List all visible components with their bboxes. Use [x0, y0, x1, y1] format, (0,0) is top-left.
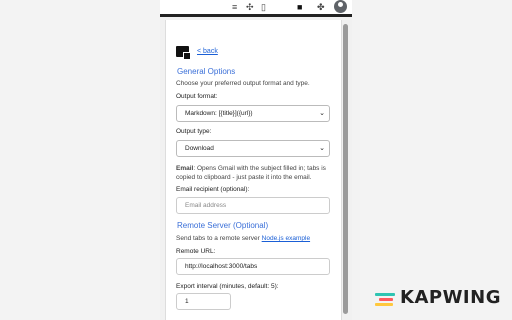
nodejs-example-link[interactable]: Node.js example: [262, 235, 310, 242]
output-format-label: Output format:: [176, 93, 218, 100]
bookmark-icon[interactable]: ▯: [261, 1, 266, 13]
watermark-bar-red: [379, 298, 393, 301]
back-link[interactable]: < back: [197, 48, 218, 55]
remote-server-heading: Remote Server (Optional): [177, 221, 269, 230]
extension-popup: < back General Options Choose your prefe…: [165, 20, 342, 320]
popup-scrollbar-thumb[interactable]: [343, 24, 348, 314]
remote-server-description: Send tabs to a remote server Node.js exa…: [176, 234, 310, 243]
background-page-left: [0, 0, 160, 320]
email-recipient-input[interactable]: Email address: [176, 197, 330, 214]
email-recipient-label: Email recipient (optional):: [176, 186, 250, 193]
email-note-bold: Email: [176, 165, 194, 172]
extension-active-icon[interactable]: ■: [297, 1, 302, 13]
remote-url-label: Remote URL:: [176, 248, 216, 255]
chevron-down-icon: ⌄: [319, 110, 325, 117]
extensions-icon[interactable]: ✤: [317, 1, 325, 13]
general-options-description: Choose your preferred output format and …: [176, 80, 310, 87]
export-interval-input[interactable]: 1: [176, 293, 231, 310]
toolbar-divider: [160, 14, 352, 17]
browser-toolbar: ≡ ✣ ▯ ■ ✤: [160, 0, 352, 14]
watermark-text: KAPWING: [400, 287, 501, 308]
output-type-label: Output type:: [176, 128, 212, 135]
puzzle-icon[interactable]: ✣: [246, 1, 254, 13]
watermark-bar-yellow: [375, 303, 393, 306]
output-type-value: Download: [185, 145, 214, 152]
watermark-bar-teal: [375, 293, 395, 296]
general-options-heading: General Options: [177, 67, 236, 76]
extension-logo-icon: [176, 46, 191, 60]
output-format-value: Markdown: [{title}]({url}): [185, 110, 253, 117]
menu-icon[interactable]: ≡: [232, 1, 237, 13]
background-page-right: [352, 0, 512, 320]
profile-icon[interactable]: [334, 0, 347, 13]
output-format-select[interactable]: Markdown: [{title}]({url}) ⌄: [176, 105, 330, 122]
email-note: Email: Opens Gmail with the subject fill…: [176, 164, 336, 182]
export-interval-label: Export interval (minutes, default: 5):: [176, 283, 279, 290]
remote-description-text: Send tabs to a remote server: [176, 235, 262, 242]
output-type-select[interactable]: Download ⌄: [176, 140, 330, 157]
remote-url-input[interactable]: http://localhost:3000/tabs: [176, 258, 330, 275]
email-note-text: : Opens Gmail with the subject filled in…: [176, 165, 326, 181]
chevron-down-icon: ⌄: [319, 145, 325, 152]
